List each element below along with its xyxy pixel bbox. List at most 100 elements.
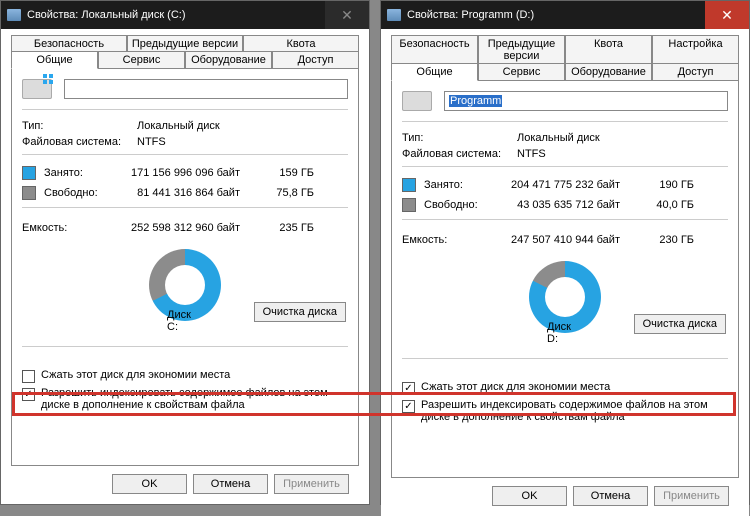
close-button[interactable]: ✕ xyxy=(325,1,369,29)
drive-icon xyxy=(387,9,401,21)
tab-tools[interactable]: Сервис xyxy=(478,63,565,81)
options-group: Сжать этот диск для экономии места Разре… xyxy=(402,379,728,425)
filesystem-label: Файловая система: xyxy=(402,148,517,160)
usage-donut: Диск C: xyxy=(149,249,221,321)
ok-button[interactable]: OK xyxy=(492,486,567,506)
window-title: Свойства: Локальный диск (C:) xyxy=(27,9,186,21)
free-label: Свободно: xyxy=(44,187,114,199)
filesystem-value: NTFS xyxy=(517,148,728,160)
drive-name-input[interactable]: Programm xyxy=(444,91,728,111)
separator xyxy=(22,207,348,208)
tab-general[interactable]: Общие xyxy=(391,63,478,81)
indexing-checkbox[interactable] xyxy=(22,388,35,401)
apply-button[interactable]: Применить xyxy=(654,486,729,506)
indexing-label: Разрешить индексировать содержимое файло… xyxy=(421,399,728,423)
tab-hardware[interactable]: Оборудование xyxy=(565,63,652,81)
drive-large-icon xyxy=(402,91,432,111)
drive-icon xyxy=(7,9,21,21)
drive-name-input[interactable] xyxy=(64,79,348,99)
filesystem-label: Файловая система: xyxy=(22,136,137,148)
used-swatch xyxy=(22,166,36,180)
compress-label: Сжать этот диск для экономии места xyxy=(41,369,230,381)
tab-sharing[interactable]: Доступ xyxy=(652,63,739,81)
tabs-row-lower: Общие Сервис Оборудование Доступ xyxy=(391,63,739,81)
capacity-bytes: 247 507 410 944 байт xyxy=(494,234,634,246)
free-bytes: 43 035 635 712 байт xyxy=(494,199,634,211)
dialog-buttons: OK Отмена Применить xyxy=(11,466,359,494)
tab-quota[interactable]: Квота xyxy=(565,35,652,64)
separator xyxy=(402,219,728,220)
disk-cleanup-button[interactable]: Очистка диска xyxy=(254,302,346,322)
capacity-gb: 230 ГБ xyxy=(634,234,694,246)
tab-sharing[interactable]: Доступ xyxy=(272,51,359,69)
separator xyxy=(402,121,728,122)
window-title: Свойства: Programm (D:) xyxy=(407,9,534,21)
capacity-bytes: 252 598 312 960 байт xyxy=(114,222,254,234)
tab-security[interactable]: Безопасность xyxy=(11,35,127,52)
client-area: Безопасность Предыдущие версии Квота Нас… xyxy=(381,29,749,516)
tab-quota[interactable]: Квота xyxy=(243,35,359,52)
tab-customize[interactable]: Настройка xyxy=(652,35,739,64)
used-bytes: 204 471 775 232 байт xyxy=(494,179,634,191)
drive-large-icon xyxy=(22,79,52,99)
properties-window-c: Свойства: Локальный диск (C:) ✕ Безопасн… xyxy=(0,0,370,505)
compress-checkbox[interactable] xyxy=(22,370,35,383)
used-swatch xyxy=(402,178,416,192)
free-label: Свободно: xyxy=(424,199,494,211)
apply-button[interactable]: Применить xyxy=(274,474,349,494)
cancel-button[interactable]: Отмена xyxy=(193,474,268,494)
used-label: Занято: xyxy=(44,167,114,179)
usage-chart-area: Диск C: Очистка диска xyxy=(22,242,348,328)
filesystem-value: NTFS xyxy=(137,136,348,148)
separator xyxy=(402,166,728,167)
titlebar[interactable]: Свойства: Programm (D:) ✕ xyxy=(381,1,749,29)
used-label: Занято: xyxy=(424,179,494,191)
tab-hardware[interactable]: Оборудование xyxy=(185,51,272,69)
options-group: Сжать этот диск для экономии места Разре… xyxy=(22,367,348,413)
dialog-buttons: OK Отмена Применить xyxy=(391,478,739,506)
free-bytes: 81 441 316 864 байт xyxy=(114,187,254,199)
free-swatch xyxy=(22,186,36,200)
separator xyxy=(22,109,348,110)
ok-button[interactable]: OK xyxy=(112,474,187,494)
client-area: Безопасность Предыдущие версии Квота Общ… xyxy=(1,29,369,504)
indexing-checkbox[interactable] xyxy=(402,400,415,413)
disk-caption: Диск C: xyxy=(167,309,203,333)
tab-general[interactable]: Общие xyxy=(11,51,98,69)
tabs-row-upper: Безопасность Предыдущие версии Квота xyxy=(11,35,359,52)
usage-donut: Диск D: xyxy=(529,261,601,333)
capacity-label: Емкость: xyxy=(402,234,494,246)
compress-checkbox[interactable] xyxy=(402,382,415,395)
free-gb: 40,0 ГБ xyxy=(634,199,694,211)
tab-tools[interactable]: Сервис xyxy=(98,51,185,69)
type-value: Локальный диск xyxy=(137,120,348,132)
capacity-gb: 235 ГБ xyxy=(254,222,314,234)
indexing-label: Разрешить индексировать содержимое файло… xyxy=(41,387,348,411)
tab-previous-versions[interactable]: Предыдущие версии xyxy=(478,35,565,64)
used-bytes: 171 156 996 096 байт xyxy=(114,167,254,179)
type-label: Тип: xyxy=(22,120,137,132)
tab-security[interactable]: Безопасность xyxy=(391,35,478,64)
separator xyxy=(22,154,348,155)
titlebar[interactable]: Свойства: Локальный диск (C:) ✕ xyxy=(1,1,369,29)
tab-panel-general: Programm Тип: Локальный диск Файловая си… xyxy=(391,80,739,478)
cancel-button[interactable]: Отмена xyxy=(573,486,648,506)
tab-previous-versions[interactable]: Предыдущие версии xyxy=(127,35,243,52)
disk-cleanup-button[interactable]: Очистка диска xyxy=(634,314,726,334)
properties-window-d: Свойства: Programm (D:) ✕ Безопасность П… xyxy=(380,0,750,505)
usage-chart-area: Диск D: Очистка диска xyxy=(402,254,728,340)
free-swatch xyxy=(402,198,416,212)
used-gb: 159 ГБ xyxy=(254,167,314,179)
capacity-label: Емкость: xyxy=(22,222,114,234)
tab-panel-general: Тип: Локальный диск Файловая система: NT… xyxy=(11,68,359,466)
separator xyxy=(402,358,728,359)
free-gb: 75,8 ГБ xyxy=(254,187,314,199)
type-value: Локальный диск xyxy=(517,132,728,144)
used-gb: 190 ГБ xyxy=(634,179,694,191)
compress-label: Сжать этот диск для экономии места xyxy=(421,381,610,393)
type-label: Тип: xyxy=(402,132,517,144)
close-button[interactable]: ✕ xyxy=(705,1,749,29)
tabs-row-lower: Общие Сервис Оборудование Доступ xyxy=(11,51,359,69)
disk-caption: Диск D: xyxy=(547,321,583,345)
separator xyxy=(22,346,348,347)
